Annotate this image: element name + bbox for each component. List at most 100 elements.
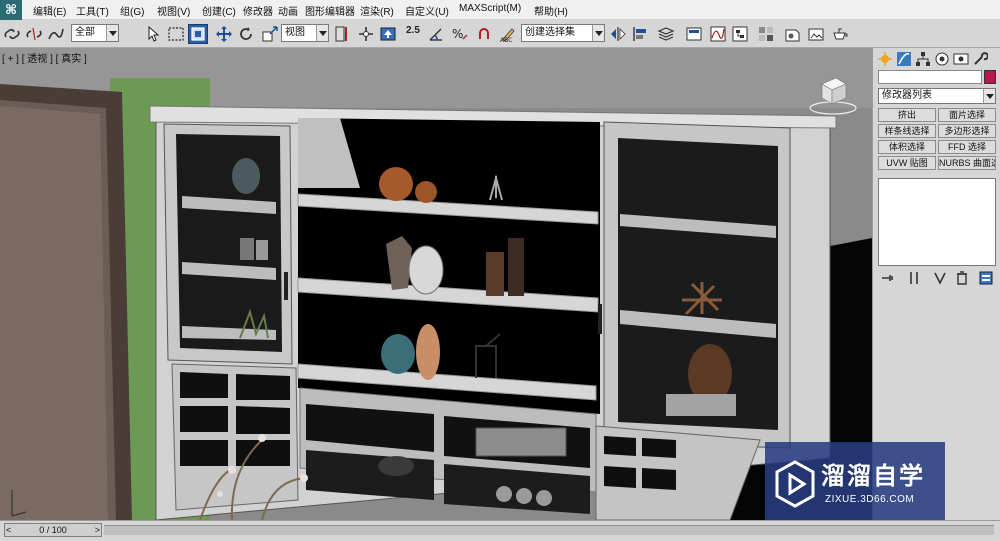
modifier-stack-toolbar [878, 270, 996, 286]
selection-filter-dropdown[interactable]: 全部 [71, 24, 119, 42]
viewport-view-label[interactable]: [ 透视 ] [22, 54, 53, 65]
material-editor-icon[interactable] [756, 24, 776, 44]
planter [536, 490, 552, 506]
menu-modifiers[interactable]: 修改器 [243, 3, 273, 18]
use-pivot-center-icon[interactable] [332, 24, 352, 44]
unlink-selection-icon[interactable] [24, 24, 44, 44]
candle-holder [240, 238, 254, 260]
modifier-list-label: 修改器列表 [882, 90, 932, 101]
menu-animation[interactable]: 动画 [278, 3, 298, 18]
watermark-title: 溜溜自学 [821, 462, 925, 490]
configure-sets-icon[interactable] [978, 270, 996, 286]
render-setup-icon[interactable] [782, 24, 802, 44]
candle-holder [256, 240, 268, 260]
viewport-menu-label[interactable]: [ + ] [2, 54, 19, 65]
schematic-view-icon[interactable] [730, 24, 750, 44]
book-box [475, 427, 567, 457]
viewport-label[interactable]: [ + ] [ 透视 ] [ 真实 ] [2, 50, 87, 65]
show-end-result-icon[interactable] [906, 270, 924, 286]
wine-cell [180, 406, 228, 432]
vase-ribbed [416, 324, 440, 380]
modifier-patch-select-button[interactable]: 面片选择 [938, 108, 996, 122]
modifier-ffd-select-button[interactable]: FFD 选择 [938, 140, 996, 154]
rendered-frame-window-icon[interactable] [806, 24, 826, 44]
select-and-manipulate-icon[interactable] [356, 24, 376, 44]
pin-stack-icon[interactable] [880, 270, 898, 286]
menu-create[interactable]: 创建(C) [202, 3, 236, 18]
modifier-spline-select-button[interactable]: 样条线选择 [878, 124, 936, 138]
object-color-swatch[interactable] [984, 70, 996, 84]
spiky-ball-decor [379, 167, 413, 201]
curve-editor-icon[interactable] [708, 24, 728, 44]
menu-tools[interactable]: 工具(T) [76, 3, 109, 18]
select-and-rotate-icon[interactable] [236, 24, 256, 44]
modifier-extrude-button[interactable]: 挤出 [878, 108, 936, 122]
vase-blue [381, 334, 415, 374]
remove-modifier-icon[interactable] [954, 270, 972, 286]
window-crossing-icon[interactable] [188, 24, 208, 44]
3ds-max-window: ⌘ 编辑(E) 工具(T) 组(G) 视图(V) 创建(C) 修改器 动画 图形… [0, 0, 1000, 541]
align-icon[interactable] [630, 24, 650, 44]
edit-named-selection-icon[interactable]: ABC [498, 24, 518, 44]
viewcube-icon[interactable] [808, 74, 858, 116]
spinner-snap-toggle-icon[interactable] [474, 24, 494, 44]
modify-icon[interactable] [896, 51, 914, 67]
keyboard-shortcut-override-icon[interactable] [378, 24, 398, 44]
reference-coordinate-dropdown[interactable]: 视图 [281, 24, 329, 42]
percent-snap-toggle-icon[interactable]: % [450, 24, 470, 44]
right-door-handle [598, 304, 602, 334]
menu-help[interactable]: 帮助(H) [534, 3, 568, 18]
door-inner-panel [0, 106, 108, 520]
create-icon[interactable] [877, 51, 895, 67]
time-slider[interactable]: < 0 / 100 > [4, 523, 102, 537]
menu-group[interactable]: 组(G) [120, 3, 144, 18]
utilities-icon[interactable] [972, 51, 990, 67]
svg-text:%: % [452, 27, 463, 41]
modifier-uvw-map-button[interactable]: UVW 贴图 [878, 156, 936, 170]
graphite-ribbon-icon[interactable] [684, 24, 704, 44]
bind-to-space-warp-icon[interactable] [46, 24, 66, 44]
modifier-poly-select-button[interactable]: 多边形选择 [938, 124, 996, 138]
object-name-field[interactable] [878, 70, 982, 84]
wine-cell [642, 438, 676, 458]
menu-edit[interactable]: 编辑(E) [33, 3, 66, 18]
angle-snap-toggle-icon[interactable] [426, 24, 446, 44]
menu-customize[interactable]: 自定义(U) [405, 3, 449, 18]
named-selection-set-dropdown[interactable]: 创建选择集 [521, 24, 605, 42]
rectangular-selection-icon[interactable] [166, 24, 186, 44]
hierarchy-icon[interactable] [915, 51, 933, 67]
menu-bar: ⌘ 编辑(E) 工具(T) 组(G) 视图(V) 创建(C) 修改器 动画 图形… [0, 0, 1000, 20]
vase-teal [232, 158, 260, 194]
timeline-track[interactable] [104, 525, 994, 535]
motion-icon[interactable] [934, 51, 952, 67]
modifier-nurbs-surface-select-button[interactable]: NURBS 曲面选择 [938, 156, 996, 170]
app-logo-icon[interactable]: ⌘ [0, 0, 22, 20]
time-slider-prev-button[interactable]: < [6, 524, 11, 536]
select-and-scale-icon[interactable] [260, 24, 280, 44]
display-icon[interactable] [953, 51, 971, 67]
viewport-scene [0, 48, 872, 520]
modifier-list-dropdown[interactable]: 修改器列表 [878, 88, 996, 104]
menu-graph-editors[interactable]: 图形编辑器 [305, 3, 355, 18]
viewport-shading-label[interactable]: [ 真实 ] [56, 54, 87, 65]
blossom [258, 434, 266, 442]
select-and-move-icon[interactable] [214, 24, 234, 44]
select-object-icon[interactable] [144, 24, 164, 44]
menu-views[interactable]: 视图(V) [157, 3, 190, 18]
render-production-icon[interactable] [830, 24, 850, 44]
make-unique-icon[interactable] [932, 270, 950, 286]
perspective-viewport[interactable]: [ + ] [ 透视 ] [ 真实 ] [0, 48, 872, 520]
menu-maxscript[interactable]: MAXScript(M) [459, 3, 521, 14]
chevron-down-icon [592, 25, 604, 41]
angle-snap-label: 2.5 [406, 25, 420, 36]
layer-manager-icon[interactable] [656, 24, 676, 44]
menu-rendering[interactable]: 渲染(R) [360, 3, 394, 18]
frame-readout: 0 / 100 [39, 525, 67, 535]
bottle-amber [486, 252, 504, 296]
modifier-stack-list[interactable] [878, 178, 996, 266]
select-and-link-icon[interactable] [2, 24, 22, 44]
wine-cell [180, 372, 228, 398]
mirror-icon[interactable] [608, 24, 628, 44]
time-slider-next-button[interactable]: > [95, 524, 100, 536]
modifier-volume-select-button[interactable]: 体积选择 [878, 140, 936, 154]
